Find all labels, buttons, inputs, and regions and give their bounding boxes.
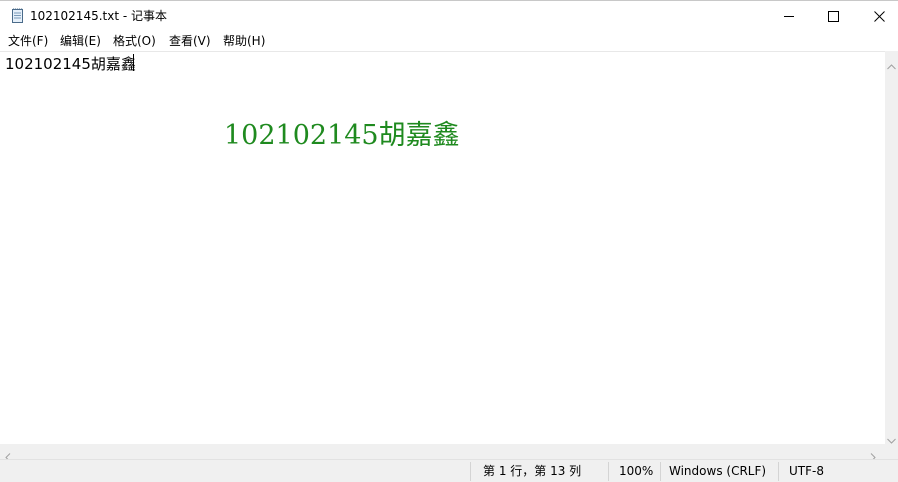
maximize-icon [827, 10, 839, 22]
menu-edit[interactable]: 编辑(E) [60, 33, 101, 49]
menu-help[interactable]: 帮助(H) [223, 33, 265, 49]
minimize-icon [783, 11, 795, 22]
window-title: 102102145.txt - 记事本 [30, 9, 167, 23]
scrollbar-corner [885, 444, 898, 459]
status-bar: 第 1 行，第 13 列 100% Windows (CRLF) UTF-8 [0, 459, 898, 482]
status-cursor-position: 第 1 行，第 13 列 [483, 464, 582, 478]
scroll-up-icon[interactable] [887, 55, 896, 74]
vertical-scrollbar[interactable] [885, 51, 898, 444]
menu-view[interactable]: 查看(V) [169, 33, 211, 49]
status-divider [660, 462, 661, 481]
overlay-name-text: 102102145胡嘉鑫 [224, 120, 460, 151]
editor-text[interactable]: 102102145胡嘉鑫 [5, 54, 136, 74]
text-caret [133, 54, 134, 71]
title-bar[interactable]: 102102145.txt - 记事本 [0, 0, 898, 31]
minimize-button[interactable] [766, 1, 812, 31]
menu-format[interactable]: 格式(O) [113, 33, 156, 49]
horizontal-scrollbar[interactable] [0, 444, 885, 462]
status-divider [470, 462, 471, 481]
status-line-ending: Windows (CRLF) [669, 464, 767, 478]
maximize-button[interactable] [810, 1, 856, 31]
text-editor[interactable]: 102102145胡嘉鑫 [0, 51, 885, 444]
close-icon [873, 10, 885, 22]
menu-bar: 文件(F) 编辑(E) 格式(O) 查看(V) 帮助(H) [0, 31, 898, 50]
notepad-icon [10, 8, 25, 24]
menu-file[interactable]: 文件(F) [8, 33, 48, 49]
close-button[interactable] [856, 1, 898, 31]
status-divider [608, 462, 609, 481]
status-zoom: 100% [619, 464, 654, 478]
status-encoding: UTF-8 [789, 464, 824, 478]
status-divider [778, 462, 779, 481]
